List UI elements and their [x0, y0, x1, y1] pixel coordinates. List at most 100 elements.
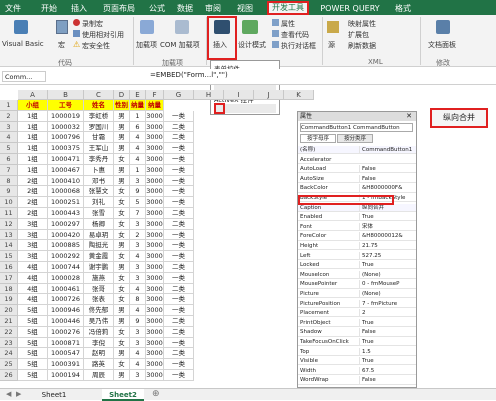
table-cell[interactable]: 4组	[18, 294, 48, 306]
table-cell[interactable]: 男	[114, 262, 130, 273]
table-cell[interactable]: 二类	[164, 326, 194, 338]
table-cell[interactable]: 1000471	[48, 154, 84, 165]
table-cell[interactable]: 一类	[164, 305, 194, 316]
column-header[interactable]: K	[284, 90, 314, 100]
table-cell[interactable]: 邓书	[84, 175, 114, 187]
tab-data[interactable]: 数据	[174, 2, 196, 15]
row-header[interactable]: 11	[0, 208, 18, 219]
table-cell[interactable]: 一类	[164, 154, 194, 165]
table-cell[interactable]: 一类	[164, 164, 194, 176]
table-cell[interactable]: 二类	[164, 283, 194, 295]
property-value[interactable]: 7 - fmPicture	[359, 299, 415, 308]
property-row[interactable]: PrintObject True	[298, 318, 416, 328]
row-header[interactable]: 12	[0, 218, 18, 230]
table-cell[interactable]: 3000	[146, 359, 164, 370]
table-cell[interactable]: 3	[130, 326, 146, 338]
table-cell[interactable]: 罗国川	[84, 121, 114, 133]
table-cell[interactable]: 女	[114, 218, 130, 230]
row-header[interactable]: 24	[0, 348, 18, 360]
property-value[interactable]: 67.5	[359, 366, 415, 376]
property-value[interactable]: CommandButton1	[359, 146, 415, 155]
table-cell[interactable]: 3000	[146, 370, 164, 381]
table-cell[interactable]: 1组	[18, 143, 48, 154]
table-cell[interactable]: 女	[114, 251, 130, 262]
table-cell[interactable]: 女	[114, 197, 130, 208]
table-cell[interactable]: 一类	[164, 143, 194, 154]
table-cell[interactable]: 3000	[146, 186, 164, 198]
table-cell[interactable]: 3000	[146, 326, 164, 338]
table-cell[interactable]: 1000744	[48, 262, 84, 273]
table-cell[interactable]: 5组	[18, 305, 48, 316]
table-cell[interactable]: 黄金霞	[84, 251, 114, 262]
table-cell[interactable]: 路英	[84, 359, 114, 370]
document-panel-button[interactable]: 文档面板	[428, 40, 456, 50]
tab-formulas[interactable]: 公式	[146, 2, 168, 15]
row-header[interactable]: 19	[0, 294, 18, 306]
table-cell[interactable]: 1	[130, 110, 146, 122]
property-row[interactable]: Font 宋体	[298, 222, 416, 232]
table-cell[interactable]: 5组	[18, 370, 48, 381]
tab-home[interactable]: 开始	[38, 2, 60, 15]
table-cell[interactable]: 1000068	[48, 186, 84, 198]
table-cell[interactable]: 二类	[164, 208, 194, 219]
property-value[interactable]: &H8000000F&	[359, 184, 415, 193]
property-row[interactable]: Locked True	[298, 261, 416, 270]
property-row[interactable]: ForeColor &H80000012&	[298, 232, 416, 241]
table-cell[interactable]: 一类	[164, 240, 194, 252]
table-cell[interactable]: 张慧文	[84, 186, 114, 198]
tab-alphabetic[interactable]: 按字母序	[300, 134, 336, 143]
table-cell[interactable]: 3	[130, 272, 146, 284]
property-value[interactable]: True	[359, 338, 415, 347]
xml-source-button[interactable]: 源	[328, 40, 335, 50]
table-cell[interactable]: 男	[114, 370, 130, 381]
table-cell[interactable]: 张表	[84, 294, 114, 306]
table-cell[interactable]: 1000796	[48, 132, 84, 144]
table-cell[interactable]: 3000	[146, 110, 164, 122]
table-cell[interactable]: 1000726	[48, 294, 84, 306]
table-header-cell[interactable]: 姓名	[84, 100, 114, 111]
table-cell[interactable]: 1000375	[48, 143, 84, 154]
table-cell[interactable]: 2组	[18, 197, 48, 208]
table-cell[interactable]: 甘霜	[84, 132, 114, 144]
row-header[interactable]: 5	[0, 143, 18, 154]
property-value[interactable]: 0 - fmMouseP	[359, 280, 415, 289]
table-cell[interactable]: 一类	[164, 110, 194, 122]
formula-content[interactable]: =EMBED("Form...l","")	[150, 71, 228, 79]
row-header[interactable]: 21	[0, 316, 18, 327]
view-code-button[interactable]: 查看代码	[281, 30, 309, 40]
row-header[interactable]: 13	[0, 229, 18, 241]
table-cell[interactable]: 1000946	[48, 305, 84, 316]
table-cell[interactable]: 吴乃伟	[84, 316, 114, 327]
row-header[interactable]: 20	[0, 305, 18, 316]
table-cell[interactable]: 3000	[146, 283, 164, 295]
table-cell[interactable]: 1000276	[48, 326, 84, 338]
table-cell[interactable]: 4	[130, 154, 146, 165]
table-cell[interactable]: 3000	[146, 208, 164, 219]
table-cell[interactable]: 3000	[146, 164, 164, 176]
table-cell[interactable]: 周辰	[84, 370, 114, 381]
table-cell[interactable]: 2组	[18, 186, 48, 198]
table-cell[interactable]: 一类	[164, 197, 194, 208]
row-header[interactable]: 15	[0, 251, 18, 262]
table-cell[interactable]: 女	[114, 294, 130, 306]
com-addins-button[interactable]: COM 加载项	[160, 40, 200, 50]
tab-format[interactable]: 格式	[392, 2, 414, 15]
table-cell[interactable]: 8	[130, 294, 146, 306]
map-properties-button[interactable]: 映射属性	[348, 19, 376, 29]
table-cell[interactable]: 男	[114, 316, 130, 327]
table-cell[interactable]: 王军山	[84, 143, 114, 154]
table-cell[interactable]: 3000	[146, 316, 164, 327]
table-cell[interactable]: 张哥	[84, 283, 114, 295]
property-value[interactable]: &H80000012&	[359, 232, 415, 241]
property-value[interactable]: False	[359, 174, 415, 184]
table-cell[interactable]: 3组	[18, 229, 48, 241]
table-cell[interactable]: 男	[114, 110, 130, 122]
table-cell[interactable]: 3000	[146, 348, 164, 360]
table-cell[interactable]: 1000292	[48, 251, 84, 262]
table-cell[interactable]: 3	[130, 218, 146, 230]
property-row[interactable]: PicturePosition 7 - fmPicture	[298, 299, 416, 308]
table-cell[interactable]: 1000443	[48, 208, 84, 219]
table-cell[interactable]: 男	[114, 348, 130, 360]
property-value[interactable]: (None)	[359, 270, 415, 280]
table-cell[interactable]: 4组	[18, 283, 48, 295]
